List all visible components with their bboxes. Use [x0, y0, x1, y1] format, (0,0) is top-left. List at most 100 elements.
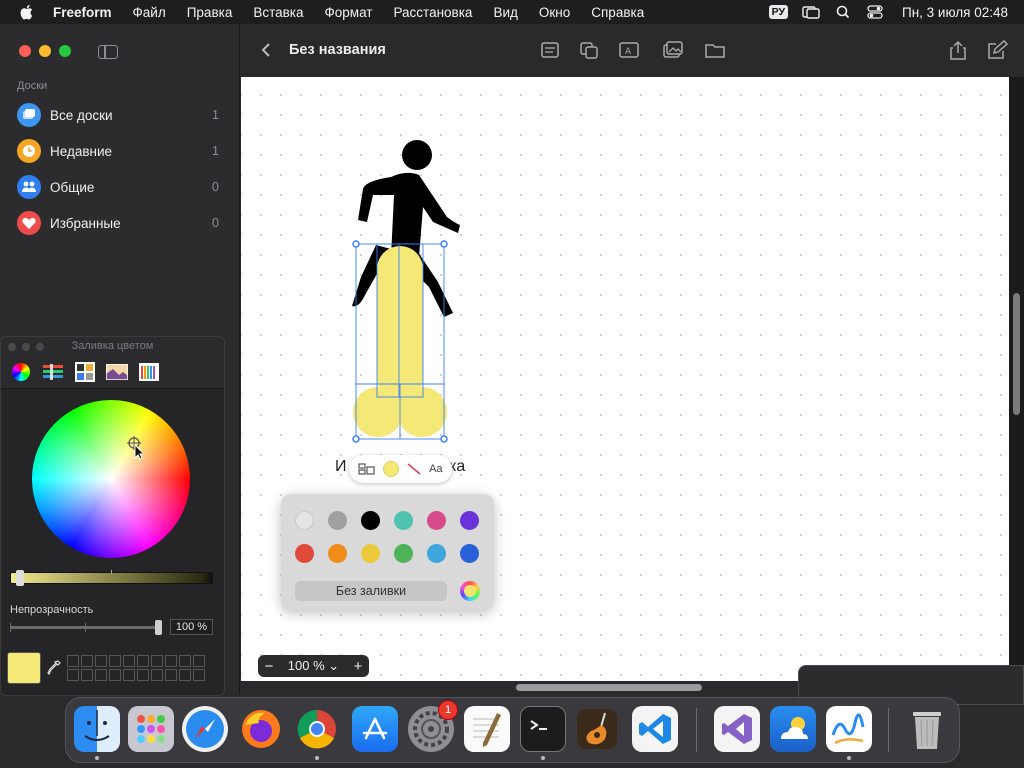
visual-studio-icon[interactable] [714, 706, 760, 752]
menu-view[interactable]: Вид [493, 5, 517, 20]
fill-swatch[interactable] [361, 511, 380, 530]
stage-manager-icon[interactable] [802, 5, 820, 19]
palettes-icon[interactable] [74, 361, 96, 382]
empty-swatch[interactable] [165, 655, 177, 667]
empty-swatch[interactable] [81, 669, 93, 681]
arrange-icon[interactable] [358, 462, 376, 476]
empty-swatch[interactable] [81, 655, 93, 667]
empty-swatch[interactable] [179, 655, 191, 667]
zoom-level-dropdown[interactable]: 100 % ⌄ [280, 658, 347, 674]
garageband-icon[interactable] [574, 706, 620, 752]
text-label-start[interactable]: И [335, 458, 347, 476]
search-icon[interactable] [834, 5, 852, 19]
empty-swatch[interactable] [137, 669, 149, 681]
control-center-icon[interactable] [866, 5, 884, 19]
sidebar-item-recent[interactable]: Недавние 1 [17, 137, 223, 165]
more-colors-icon[interactable] [460, 581, 480, 601]
no-line-icon[interactable] [406, 461, 422, 477]
safari-icon[interactable] [182, 706, 228, 752]
file-icon[interactable] [704, 40, 726, 60]
empty-swatch[interactable] [193, 669, 205, 681]
empty-swatch[interactable] [67, 669, 79, 681]
zoom-window-button[interactable] [59, 45, 71, 57]
fill-swatch[interactable] [295, 511, 314, 530]
empty-swatch[interactable] [193, 655, 205, 667]
textedit-icon[interactable] [464, 706, 510, 752]
horizontal-scrollbar-thumb[interactable] [516, 684, 702, 691]
image-palette-icon[interactable] [106, 362, 128, 382]
empty-swatch[interactable] [123, 669, 135, 681]
input-source-badge[interactable]: РУ [768, 5, 788, 19]
trash-icon[interactable] [904, 706, 950, 752]
terminal-icon[interactable] [520, 706, 566, 752]
vs-code-icon[interactable] [632, 706, 678, 752]
fill-swatch[interactable] [295, 544, 314, 563]
eyedropper-icon[interactable] [47, 660, 61, 676]
brightness-slider[interactable] [10, 570, 213, 586]
empty-swatch[interactable] [151, 669, 163, 681]
opacity-slider-knob[interactable] [155, 620, 162, 635]
apple-icon[interactable] [19, 4, 33, 20]
fill-swatch[interactable] [394, 511, 413, 530]
finder-icon[interactable] [74, 706, 120, 752]
color-wheel[interactable] [32, 400, 190, 558]
edit-icon[interactable] [986, 40, 1008, 60]
fill-swatch[interactable] [427, 544, 446, 563]
text-box-icon[interactable]: A [618, 40, 640, 60]
sidebar-item-all-boards[interactable]: Все доски 1 [17, 101, 223, 129]
close-window-button[interactable] [19, 45, 31, 57]
empty-swatch[interactable] [95, 669, 107, 681]
freeform-icon[interactable] [826, 706, 872, 752]
media-icon[interactable] [662, 40, 684, 60]
menu-format[interactable]: Формат [325, 5, 373, 20]
menu-window[interactable]: Окно [539, 5, 570, 20]
share-icon[interactable] [947, 40, 969, 60]
text-style-button[interactable]: Aa [429, 463, 442, 475]
menu-insert[interactable]: Вставка [253, 5, 303, 20]
opacity-slider[interactable] [10, 620, 162, 635]
pencils-icon[interactable] [138, 362, 160, 382]
fill-swatch[interactable] [460, 511, 479, 530]
empty-swatch[interactable] [179, 669, 191, 681]
firefox-icon[interactable] [238, 706, 284, 752]
empty-swatch[interactable] [137, 655, 149, 667]
current-color-swatch[interactable] [7, 652, 41, 684]
weather-icon[interactable] [770, 706, 816, 752]
empty-swatch[interactable] [67, 655, 79, 667]
fill-swatch[interactable] [361, 544, 380, 563]
fill-swatch[interactable] [328, 544, 347, 563]
chrome-icon[interactable] [294, 706, 340, 752]
menu-file[interactable]: Файл [133, 5, 166, 20]
back-chevron-icon[interactable] [261, 42, 271, 58]
menu-clock[interactable]: Пн, 3 июля 02:48 [902, 5, 1008, 20]
sliders-icon[interactable] [42, 362, 64, 382]
empty-swatch[interactable] [109, 655, 121, 667]
fill-swatch[interactable] [460, 544, 479, 563]
shapes-icon[interactable] [578, 40, 600, 60]
vertical-scrollbar[interactable] [1009, 77, 1024, 694]
color-wheel-icon[interactable] [10, 362, 32, 382]
launchpad-icon[interactable] [128, 706, 174, 752]
fill-swatch[interactable] [394, 544, 413, 563]
opacity-value-field[interactable]: 100 % [170, 619, 213, 635]
minimize-window-button[interactable] [39, 45, 51, 57]
empty-swatch[interactable] [123, 655, 135, 667]
menu-help[interactable]: Справка [591, 5, 644, 20]
zoom-in-button[interactable]: + [347, 658, 369, 675]
zoom-out-button[interactable]: − [258, 658, 280, 675]
menu-edit[interactable]: Правка [187, 5, 233, 20]
empty-swatch[interactable] [109, 669, 121, 681]
fill-swatch[interactable] [328, 511, 347, 530]
brightness-slider-knob[interactable] [16, 570, 24, 586]
empty-swatch[interactable] [95, 655, 107, 667]
sidebar-toggle-icon[interactable] [98, 45, 118, 59]
sidebar-item-shared[interactable]: Общие 0 [17, 173, 223, 201]
menu-app-name[interactable]: Freeform [53, 5, 112, 20]
app-store-icon[interactable] [352, 706, 398, 752]
board-title[interactable]: Без названия [289, 42, 386, 58]
fill-color-icon[interactable] [383, 461, 400, 477]
note-icon[interactable] [539, 40, 561, 60]
sidebar-item-favorites[interactable]: Избранные 0 [17, 209, 223, 237]
no-fill-button[interactable]: Без заливки [295, 581, 447, 601]
empty-swatch[interactable] [151, 655, 163, 667]
